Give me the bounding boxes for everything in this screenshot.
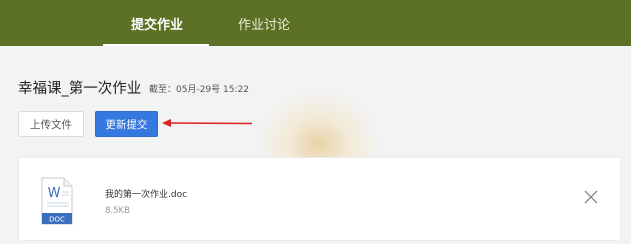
remove-file-close-icon[interactable] [583,189,599,205]
top-nav-bar: 提交作业 作业讨论 [0,0,631,46]
file-name[interactable]: 我的第一次作业.doc [105,187,187,200]
uploaded-file-card: W DOC 我的第一次作业.doc 8.5KB [18,157,621,241]
doc-icon-letter: W [48,186,61,201]
word-doc-icon: W DOC [41,177,73,225]
tab-assignment-discussion[interactable]: 作业讨论 [238,14,290,33]
tab-submit-assignment[interactable]: 提交作业 [131,14,183,33]
file-size: 8.5KB [105,206,130,216]
upload-file-button[interactable]: 上传文件 [18,111,84,137]
doc-icon-type: DOC [49,216,65,224]
resubmit-button[interactable]: 更新提交 [95,111,158,137]
active-tab-indicator [103,44,209,46]
annotation-arrow-icon [162,119,253,127]
assignment-title: 幸福课_第一次作业 [18,81,142,97]
deadline-text: 截至：05月-29号 15:22 [149,85,249,95]
